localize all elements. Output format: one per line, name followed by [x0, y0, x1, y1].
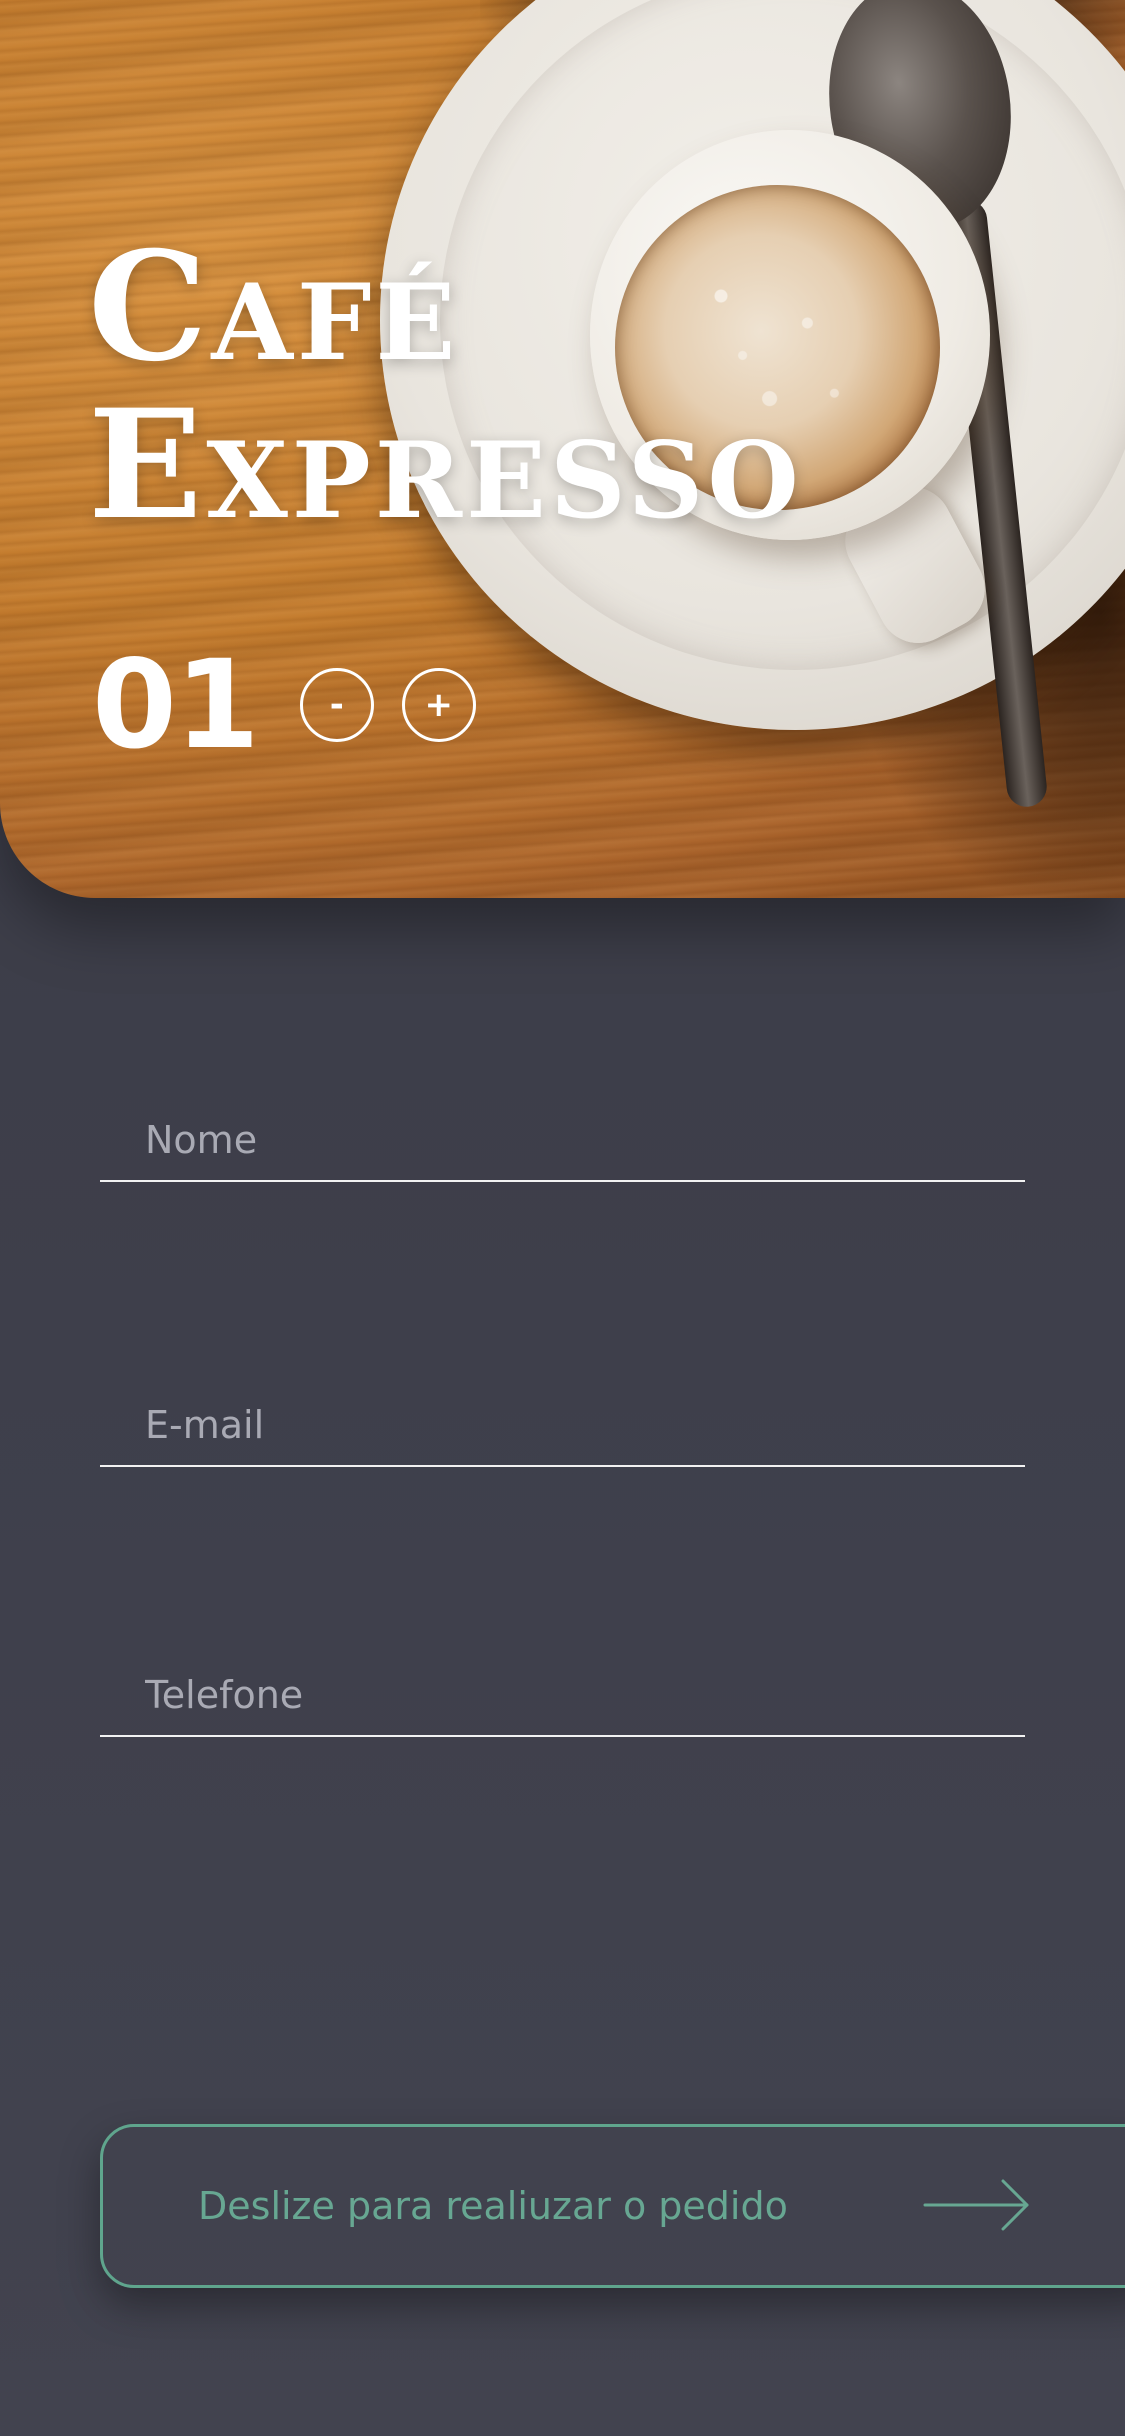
plus-icon: + — [424, 685, 454, 725]
name-input[interactable] — [100, 1100, 1025, 1180]
decrement-button[interactable]: - — [299, 668, 374, 742]
slide-to-order-label: Deslize para realiuzar o pedido — [198, 2184, 788, 2228]
increment-button[interactable]: + — [401, 668, 476, 742]
minus-icon: - — [329, 685, 344, 725]
phone-input[interactable] — [100, 1655, 1025, 1735]
quantity-stepper: 01 - + — [92, 640, 504, 770]
email-input[interactable] — [100, 1385, 1025, 1465]
order-screen: Café Expresso 01 - + Deslize para realiu… — [0, 0, 1125, 2436]
arrow-right-icon — [923, 2179, 1029, 2231]
slide-to-order-button[interactable]: Deslize para realiuzar o pedido — [100, 2124, 1125, 2288]
product-title-line1: Café — [88, 219, 460, 395]
product-title: Café Expresso — [88, 228, 803, 544]
hero-coffee-image: Café Expresso 01 - + — [0, 0, 1125, 898]
product-title-line2: Expresso — [88, 377, 803, 553]
email-field — [100, 1385, 1025, 1467]
phone-field — [100, 1655, 1025, 1737]
quantity-value: 01 — [92, 634, 260, 776]
name-field — [100, 1100, 1025, 1182]
